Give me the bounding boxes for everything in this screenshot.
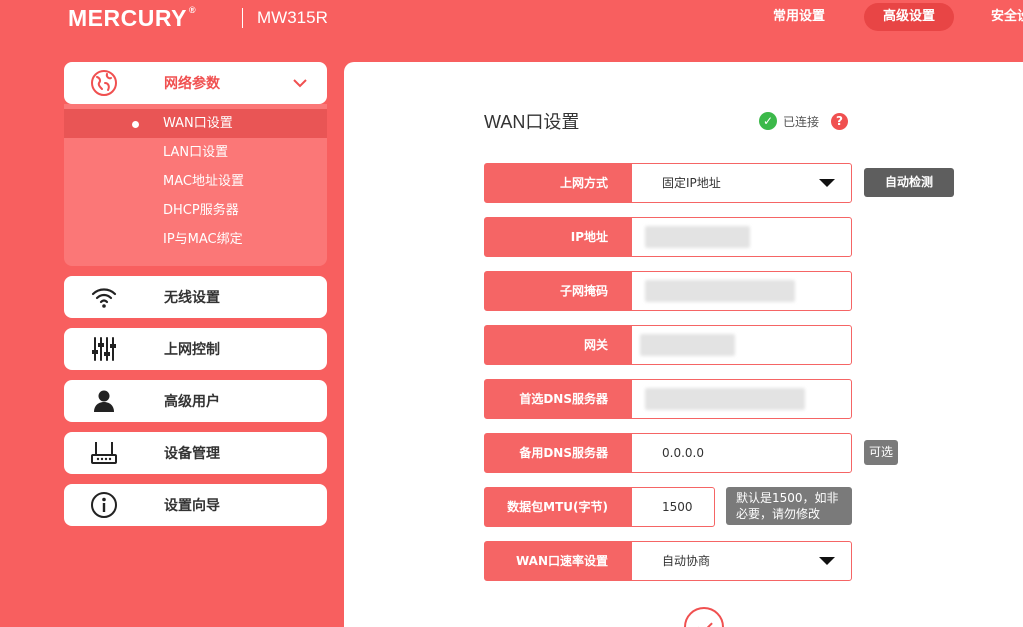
sidebar-item-label: 无线设置 [164,290,220,306]
info-icon [91,492,117,518]
sidebar-item-device-management[interactable]: 设备管理 [64,432,327,474]
model-name: MW315R [257,8,328,27]
globe-icon [91,70,117,96]
field-label: IP地址 [485,218,632,256]
field-label: 网关 [485,326,632,364]
field-label: 子网掩码 [485,272,632,310]
sidebar-item-advanced-user[interactable]: 高级用户 [64,380,327,422]
sidebar-subitem-dhcp[interactable]: DHCP服务器 [64,196,327,225]
network-submenu: WAN口设置 LAN口设置 MAC地址设置 DHCP服务器 IP与MAC绑定 [64,104,327,266]
field-label: 上网方式 [485,164,632,202]
registered-mark: ® [188,5,197,15]
sidebar-subitem-ip-mac-binding[interactable]: IP与MAC绑定 [64,225,327,254]
field-value: 1500 [662,500,693,514]
secondary-dns-field[interactable]: 备用DNS服务器 0.0.0.0 [484,433,852,473]
subnet-mask-field[interactable]: 子网掩码 [484,271,852,311]
sidebar-item-label: 上网控制 [164,342,220,358]
sidebar-subitem-wan[interactable]: WAN口设置 [64,109,327,138]
optional-badge: 可选 [864,440,898,465]
tab-advanced-settings[interactable]: 高级设置 [864,3,954,31]
redacted-value [645,280,795,302]
sliders-icon [92,337,116,361]
check-circle-icon: ✓ [759,112,777,130]
sidebar-item-label: 设备管理 [164,446,220,462]
wan-speed-select[interactable]: WAN口速率设置 自动协商 [484,541,852,581]
page-title: WAN口设置 [484,112,580,132]
header-divider [242,8,243,28]
field-label: 首选DNS服务器 [485,380,632,418]
redacted-value [645,226,750,248]
router-icon [91,442,117,464]
auto-detect-button[interactable]: 自动检测 [864,168,954,197]
sidebar-subitem-mac[interactable]: MAC地址设置 [64,167,327,196]
sidebar-item-wireless[interactable]: 无线设置 [64,276,327,318]
mtu-field[interactable]: 数据包MTU(字节) 1500 [484,487,715,527]
caret-down-icon [819,179,835,187]
sidebar-item-setup-wizard[interactable]: 设置向导 [64,484,327,526]
connection-status: ✓ 已连接 [759,112,819,130]
field-label: 数据包MTU(字节) [485,488,632,526]
chevron-down-icon[interactable] [292,77,308,89]
wifi-icon [91,288,117,308]
sidebar-item-network[interactable]: 网络参数 [64,62,327,104]
sidebar-item-label: 设置向导 [164,498,220,514]
tab-common-settings[interactable]: 常用设置 [760,3,838,31]
field-value: 固定IP地址 [662,176,721,190]
status-text: 已连接 [783,114,820,129]
field-value: 0.0.0.0 [662,446,704,460]
ip-address-field[interactable]: IP地址 [484,217,852,257]
field-label: WAN口速率设置 [485,542,632,580]
help-icon[interactable]: ? [831,113,848,130]
active-dot-icon [132,121,139,128]
brand-logo: MERCURY ® [68,5,197,31]
sidebar-item-label: 高级用户 [164,394,220,410]
conn-type-select[interactable]: 上网方式 固定IP地址 [484,163,852,203]
sidebar-item-label: 网络参数 [164,76,220,92]
redacted-value [645,388,805,410]
primary-dns-field[interactable]: 首选DNS服务器 [484,379,852,419]
field-label: 备用DNS服务器 [485,434,632,472]
caret-down-icon [819,557,835,565]
field-value: 自动协商 [662,554,711,568]
sidebar-item-access-control[interactable]: 上网控制 [64,328,327,370]
gateway-field[interactable]: 网关 [484,325,852,365]
tab-security-settings[interactable]: 安全设 [978,3,1023,31]
user-icon [94,390,114,412]
mtu-tip: 默认是1500，如非 必要，请勿修改 [726,487,852,525]
redacted-value [640,334,735,356]
sidebar-subitem-lan[interactable]: LAN口设置 [64,138,327,167]
